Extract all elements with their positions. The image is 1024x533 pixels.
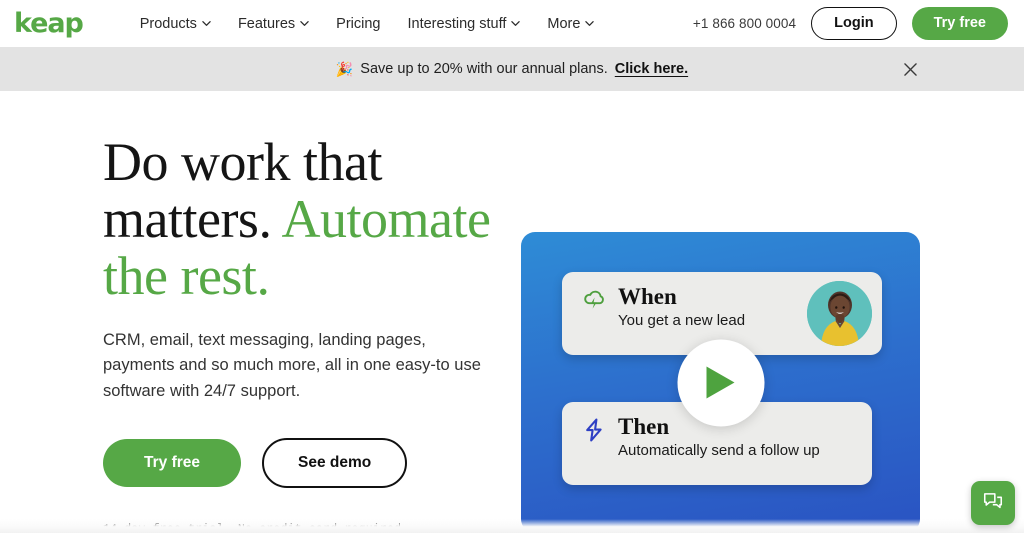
hero-media: When You get a new lead Then Automatical… [521,232,920,533]
cloud-lightning-icon [581,287,607,313]
chevron-down-icon [202,19,211,28]
lightning-bolt-icon [581,417,607,443]
promo-message: Save up to 20% with our annual plans. [360,61,608,77]
then-subtitle: Automatically send a follow up [618,442,820,460]
nav-item-products[interactable]: Products [140,16,211,32]
promo-link[interactable]: Click here. [615,61,688,77]
section-divider [0,519,1024,533]
chevron-down-icon [300,19,309,28]
nav-item-pricing[interactable]: Pricing [336,16,380,32]
hero-subcopy: CRM, email, text messaging, landing page… [103,330,481,400]
nav-item-features[interactable]: Features [238,16,309,32]
chat-widget-button[interactable] [971,481,1015,525]
nav-label: Products [139,15,197,32]
site-header: keap Products Features Pricing Interesti… [0,0,1024,47]
headline-line-2-dark: matters. [103,189,272,250]
phone-number[interactable]: +1 866 800 0004 [693,16,796,31]
play-icon[interactable] [677,339,764,426]
hero-section: Do work that matters. Automate the rest.… [0,91,1024,533]
headline-line-1: Do work that [103,132,382,192]
when-card-text: When You get a new lead [618,284,746,330]
hero-cta-row: Try free See demo [103,438,520,488]
header-try-free-button[interactable]: Try free [911,7,1008,40]
user-avatar [807,281,872,346]
party-popper-icon: 🎉 [335,60,354,77]
chevron-down-icon [585,19,595,28]
hero-copy: Do work that matters. Automate the rest.… [0,91,520,533]
when-title: When [618,284,677,309]
chat-bubble-icon [982,490,1004,517]
nav-item-more[interactable]: More [547,15,595,32]
promo-banner: 🎉 Save up to 20% with our annual plans. … [0,47,1024,91]
main-navigation: Products Features Pricing Interesting st… [140,16,595,32]
chevron-down-icon [511,19,521,28]
headline-line-2-green: Automate [281,189,491,250]
video-preview-card[interactable]: When You get a new lead Then Automatical… [521,232,920,533]
hero-try-free-button[interactable]: Try free [103,439,242,487]
nav-label: Interesting stuff [407,15,507,32]
nav-label: More [547,15,581,32]
promo-banner-text: 🎉 Save up to 20% with our annual plans. … [336,61,688,78]
nav-item-interesting-stuff[interactable]: Interesting stuff [408,16,521,32]
keap-logo[interactable]: keap [14,10,84,37]
headline-line-3-green: the rest. [103,246,270,307]
header-actions: +1 866 800 0004 Login Try free [693,7,1008,40]
when-subtitle: You get a new lead [618,312,746,330]
page-title: Do work that matters. Automate the rest. [103,132,520,307]
login-button[interactable]: Login [811,7,897,40]
page-root: keap Products Features Pricing Interesti… [0,0,1024,533]
nav-label: Pricing [336,15,381,32]
close-icon[interactable] [899,58,921,80]
nav-label: Features [237,15,296,32]
see-demo-button[interactable]: See demo [262,438,408,488]
